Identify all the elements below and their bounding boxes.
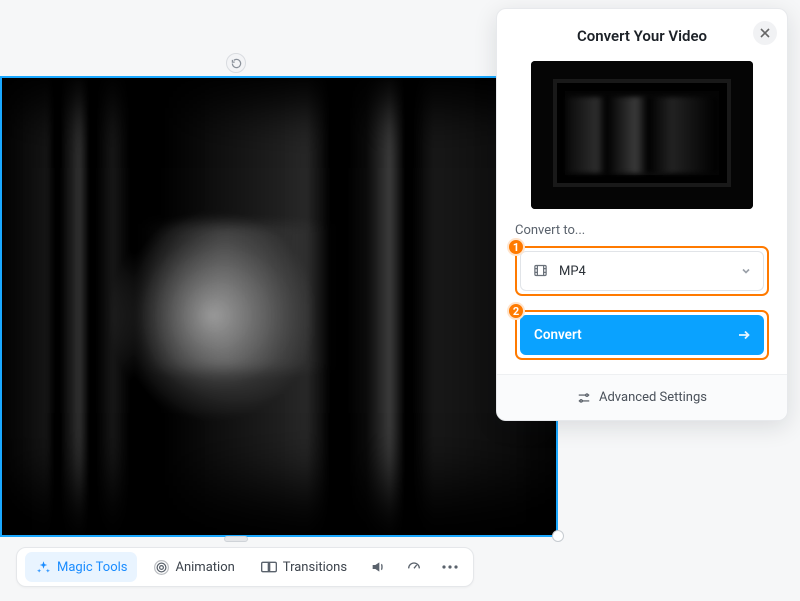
resize-handle-bottom-edge[interactable] <box>224 536 248 542</box>
arrow-right-icon <box>738 330 750 340</box>
more-button[interactable] <box>435 552 465 582</box>
speed-button[interactable] <box>399 552 429 582</box>
convert-button-label: Convert <box>534 327 582 343</box>
speed-icon <box>406 559 422 575</box>
step-badge-1: 1 <box>507 238 525 256</box>
transitions-label: Transitions <box>283 560 347 575</box>
magic-tools-label: Magic Tools <box>57 560 127 575</box>
step-badge-2: 2 <box>507 302 525 320</box>
advanced-settings-button[interactable]: Advanced Settings <box>497 374 787 420</box>
advanced-settings-label: Advanced Settings <box>599 390 707 405</box>
close-button[interactable] <box>753 21 777 45</box>
more-icon <box>442 559 458 575</box>
format-dropdown[interactable]: MP4 <box>520 251 764 291</box>
video-thumbnail <box>531 61 753 209</box>
sparkle-icon <box>35 559 51 575</box>
animation-icon <box>153 559 169 575</box>
panel-title: Convert Your Video <box>515 27 769 45</box>
video-vignette-decor <box>2 78 556 535</box>
step-1-highlight: 1 MP4 <box>515 246 769 296</box>
video-canvas[interactable] <box>0 76 558 537</box>
step-2-highlight: 2 Convert <box>515 310 769 360</box>
transitions-button[interactable]: Transitions <box>251 552 357 582</box>
convert-to-label: Convert to... <box>515 223 769 238</box>
sliders-icon <box>577 391 591 405</box>
resize-handle-bottom-right[interactable] <box>552 530 564 542</box>
rotate-handle[interactable] <box>226 53 246 73</box>
convert-panel: Convert Your Video Convert to... 1 MP4 2… <box>496 8 788 421</box>
magic-tools-button[interactable]: Magic Tools <box>25 552 137 582</box>
film-icon <box>533 263 549 279</box>
clip-toolbar: Magic Tools Animation Transitions <box>16 547 474 587</box>
volume-icon <box>370 559 386 575</box>
close-icon <box>760 28 770 38</box>
animation-label: Animation <box>175 560 234 575</box>
chevron-down-icon <box>741 266 751 276</box>
transitions-icon <box>261 559 277 575</box>
animation-button[interactable]: Animation <box>143 552 244 582</box>
format-value: MP4 <box>559 264 731 279</box>
thumbnail-blur <box>567 97 717 173</box>
convert-button[interactable]: Convert <box>520 315 764 355</box>
volume-button[interactable] <box>363 552 393 582</box>
